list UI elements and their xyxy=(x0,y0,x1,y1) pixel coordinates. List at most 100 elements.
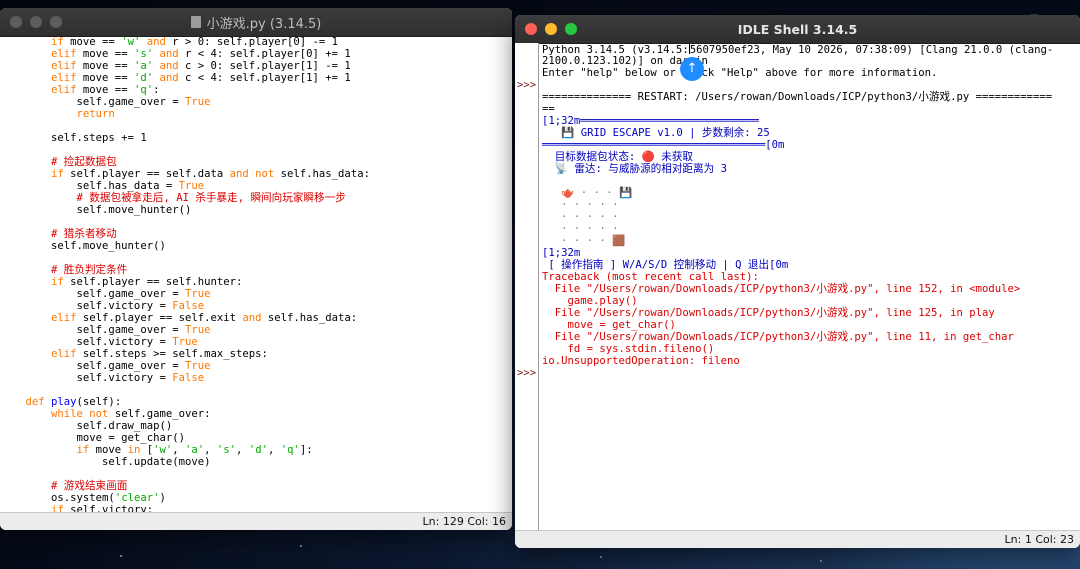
code-token: self.draw_map() xyxy=(0,420,173,432)
shell-line: · · · · 🟫 xyxy=(542,235,1070,247)
code-token: self.victory = xyxy=(0,300,173,312)
code-line: if self.player == self.hunter: xyxy=(0,276,512,288)
code-line: elif move == 'a' and c > 0: self.player[… xyxy=(0,60,512,72)
code-line: # 游戏结束画面 xyxy=(0,480,512,492)
code-token: elif xyxy=(0,72,83,84)
code-token: r < 4: self.player[0] += 1 xyxy=(184,48,351,60)
shell-line: 目标数据包状态: 🔴 未获取 xyxy=(542,151,1070,163)
shell-line: · · · · · xyxy=(542,199,1070,211)
code-token: self.victory = xyxy=(0,372,173,384)
code-line: if self.victory: xyxy=(0,504,512,512)
code-token: File "/Users/rowan/Downloads/ICP/python3… xyxy=(542,307,995,319)
code-line: # 数据包被拿走后, AI 杀手暴走, 瞬间向玩家瞬移一步 xyxy=(0,192,512,204)
code-token: if xyxy=(0,504,71,512)
code-token: True xyxy=(184,96,211,108)
code-token: self.game_over = xyxy=(0,96,185,108)
code-line: # 捡起数据包 xyxy=(0,156,512,168)
code-line: self.game_over = True xyxy=(0,324,512,336)
code-token: self.update(move) xyxy=(0,456,211,468)
code-token: Traceback (most recent call last): xyxy=(542,271,759,283)
code-token: : xyxy=(153,84,160,96)
code-line: self.game_over = True xyxy=(0,288,512,300)
close-button[interactable] xyxy=(525,23,537,35)
editor-window[interactable]: 小游戏.py (3.14.5) if move == 'w' and r > 0… xyxy=(0,8,512,530)
code-line: self.draw_map() xyxy=(0,420,512,432)
code-token: self.move_hunter() xyxy=(0,204,192,216)
code-editor[interactable]: if move == 'w' and r > 0: self.player[0]… xyxy=(0,36,512,512)
code-token: and xyxy=(153,72,185,84)
code-line: self.steps += 1 xyxy=(0,132,512,144)
zoom-button[interactable] xyxy=(565,23,577,35)
code-token: Enter "help" below or click "Help" above… xyxy=(542,67,938,79)
shell-line: [1;32m xyxy=(542,247,1070,259)
shell-line: game.play() xyxy=(542,295,1070,307)
code-token: and xyxy=(242,312,268,324)
editor-title: 小游戏.py (3.14.5) xyxy=(206,16,322,32)
code-token: 's' xyxy=(133,48,154,60)
code-token: ═══════════════════════════════════[0m xyxy=(542,139,785,151)
code-token: (self): xyxy=(76,396,122,408)
code-token: c > 0: self.player[1] -= 1 xyxy=(184,60,351,72)
shell-line: · · · · · xyxy=(542,211,1070,223)
code-token: , xyxy=(204,444,217,456)
code-token: , xyxy=(236,444,249,456)
close-button[interactable] xyxy=(10,16,22,28)
code-token: io.UnsupportedOperation: fileno xyxy=(542,355,740,367)
code-token: fd = sys.stdin.fileno() xyxy=(542,343,715,355)
code-token: ) xyxy=(159,492,166,504)
code-token: if xyxy=(0,444,96,456)
code-token: self.game_over = xyxy=(0,288,185,300)
shell-line: · · · · · xyxy=(542,223,1070,235)
code-token: File "/Users/rowan/Downloads/ICP/python3… xyxy=(542,283,1021,295)
code-token: 💾 GRID ESCAPE v1.0 | 步数剩余: 25 xyxy=(542,127,770,139)
code-line: return xyxy=(0,108,512,120)
code-token: File "/Users/rowan/Downloads/ICP/python3… xyxy=(542,331,1014,343)
shell-line: File "/Users/rowan/Downloads/ICP/python3… xyxy=(542,283,1070,295)
minimize-button[interactable] xyxy=(30,16,42,28)
code-token: self.game_over = xyxy=(0,360,185,372)
code-token: move == xyxy=(82,84,134,96)
shell-line: move = get_char() xyxy=(542,319,1070,331)
code-token: self.player == self.data xyxy=(70,168,230,180)
scroll-to-top-icon[interactable]: ↑ xyxy=(680,57,704,81)
code-token: r > 0: self.player[0] -= 1 xyxy=(172,36,339,48)
shell-line: [ 操作指南 ] W/A/S/D 控制移动 | Q 退出[0m xyxy=(542,259,1070,271)
code-token: [1;32m════════════════════════════ xyxy=(542,115,759,127)
code-token: , xyxy=(172,444,185,456)
code-token: elif xyxy=(0,48,83,60)
code-token: self.game_over: xyxy=(114,408,211,420)
shell-line: Enter "help" below or click "Help" above… xyxy=(542,67,1070,79)
shell-titlebar[interactable]: IDLE Shell 3.14.5 xyxy=(515,15,1080,44)
code-token: and xyxy=(140,36,173,48)
code-token: True xyxy=(184,360,211,372)
code-token: if xyxy=(0,276,71,288)
code-token: , xyxy=(267,444,281,456)
shell-window[interactable]: IDLE Shell 3.14.5 >>> >>> Python 3.14.5 … xyxy=(515,15,1080,548)
code-token: self.game_over = xyxy=(0,324,185,336)
shell-line: File "/Users/rowan/Downloads/ICP/python3… xyxy=(542,331,1070,343)
code-line: if move == 'w' and r > 0: self.player[0]… xyxy=(0,36,512,48)
shell-line: io.UnsupportedOperation: fileno xyxy=(542,355,1070,367)
code-token: and xyxy=(153,60,185,72)
code-token: elif xyxy=(0,348,83,360)
code-token: move == xyxy=(70,36,122,48)
code-token: False xyxy=(172,300,205,312)
shell-output[interactable]: Python 3.14.5 (v3.14.5:5607950ef23, May … xyxy=(542,43,1070,530)
code-line: # 胜负判定条件 xyxy=(0,264,512,276)
code-token: move xyxy=(95,444,128,456)
code-token: game.play() xyxy=(542,295,638,307)
shell-prompt: >>> xyxy=(517,367,537,379)
code-token: · · · · 🟫 xyxy=(542,235,626,247)
editor-titlebar[interactable]: 小游戏.py (3.14.5) xyxy=(0,8,512,37)
minimize-button[interactable] xyxy=(545,23,557,35)
shell-title: IDLE Shell 3.14.5 xyxy=(737,21,858,37)
code-token: # 捡起数据包 xyxy=(0,156,117,168)
code-line: elif self.player == self.exit and self.h… xyxy=(0,312,512,324)
shell-line: 🫖 · · · 💾 xyxy=(542,187,1070,199)
code-line: self.victory = True xyxy=(0,336,512,348)
code-token: elif xyxy=(0,84,83,96)
zoom-button[interactable] xyxy=(50,16,62,28)
